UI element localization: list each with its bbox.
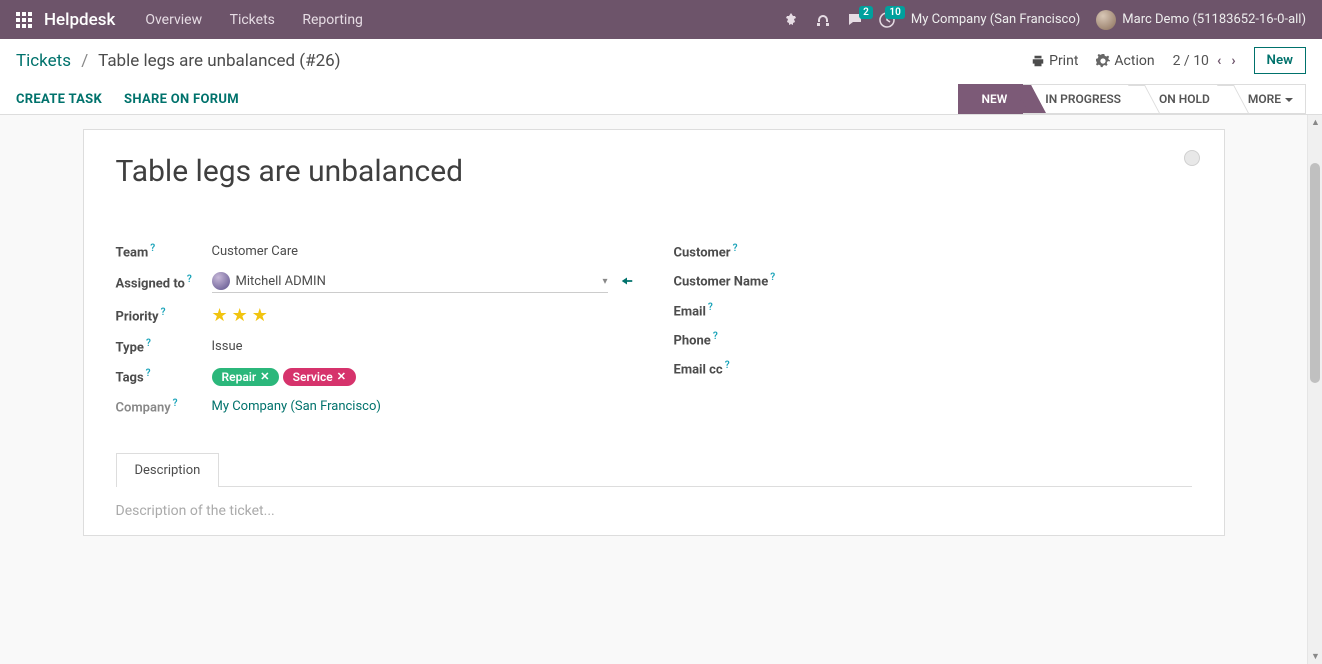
label-email: Email? [674, 302, 770, 319]
messages-icon[interactable]: 2 [847, 12, 863, 28]
tag-repair[interactable]: Repair✕ [212, 368, 280, 386]
new-button[interactable]: New [1254, 47, 1306, 74]
tabs: Description [116, 453, 1192, 487]
user-menu[interactable]: Marc Demo (51183652-16-0-all) [1096, 10, 1306, 30]
remove-tag-icon[interactable]: ✕ [337, 370, 346, 383]
label-company: Company? [116, 398, 212, 415]
help-icon[interactable]: ? [173, 398, 178, 409]
username-label: Marc Demo (51183652-16-0-all) [1122, 12, 1306, 27]
status-new[interactable]: NEW [958, 84, 1023, 114]
messages-badge: 2 [859, 6, 873, 19]
pager-next[interactable]: › [1231, 53, 1235, 69]
star-icon[interactable]: ★ [252, 305, 268, 326]
kanban-state-icon[interactable] [1184, 150, 1200, 166]
external-link-icon[interactable] [620, 274, 634, 292]
assigned-to-input[interactable]: Mitchell ADMIN ▾ [212, 272, 608, 293]
help-icon[interactable]: ? [708, 302, 713, 313]
priority-stars[interactable]: ★ ★ ★ [212, 305, 634, 326]
label-priority: Priority? [116, 307, 212, 324]
create-task-button[interactable]: CREATE TASK [16, 92, 102, 107]
help-icon[interactable]: ? [146, 368, 151, 379]
tab-description[interactable]: Description [116, 453, 220, 487]
value-company[interactable]: My Company (San Francisco) [212, 399, 634, 414]
user-avatar-icon [1096, 10, 1116, 30]
company-selector[interactable]: My Company (San Francisco) [911, 12, 1080, 27]
status-bar: NEW IN PROGRESS ON HOLD MORE [958, 84, 1306, 114]
label-customer-name: Customer Name? [674, 272, 804, 289]
app-brand[interactable]: Helpdesk [44, 10, 115, 30]
activities-badge: 10 [885, 6, 904, 19]
gear-icon [1096, 54, 1110, 68]
help-icon[interactable]: ? [713, 331, 718, 342]
share-forum-button[interactable]: SHARE ON FORUM [124, 92, 239, 107]
label-customer: Customer? [674, 243, 770, 260]
form-sheet: Table legs are unbalanced Team? Customer… [83, 129, 1225, 536]
label-phone: Phone? [674, 331, 770, 348]
help-icon[interactable]: ? [733, 243, 738, 254]
menu-overview[interactable]: Overview [145, 12, 202, 28]
scrollbar-thumb[interactable] [1310, 163, 1320, 383]
value-type[interactable]: Issue [212, 339, 634, 354]
chevron-down-icon [1285, 98, 1293, 102]
pager-prev[interactable]: ‹ [1217, 53, 1221, 69]
action-button[interactable]: Action [1096, 53, 1154, 69]
breadcrumb-root[interactable]: Tickets [16, 51, 71, 71]
breadcrumb: Tickets / Table legs are unbalanced (#26… [16, 51, 341, 71]
vertical-scrollbar[interactable]: ▲ ▼ [1307, 115, 1322, 664]
scroll-up-icon[interactable]: ▲ [1311, 117, 1320, 128]
tag-service[interactable]: Service✕ [283, 368, 356, 386]
navbar-menu: Overview Tickets Reporting [133, 12, 375, 28]
breadcrumb-current: Table legs are unbalanced (#26) [98, 51, 340, 71]
menu-reporting[interactable]: Reporting [302, 12, 363, 28]
label-assigned-to: Assigned to? [116, 274, 212, 291]
help-icon[interactable]: ? [725, 360, 730, 371]
remove-tag-icon[interactable]: ✕ [260, 370, 269, 383]
help-icon[interactable]: ? [161, 307, 166, 318]
control-panel: Tickets / Table legs are unbalanced (#26… [0, 39, 1322, 115]
label-type: Type? [116, 338, 212, 355]
activities-icon[interactable]: 10 [879, 12, 895, 28]
help-icon[interactable]: ? [146, 338, 151, 349]
menu-tickets[interactable]: Tickets [230, 12, 275, 28]
star-icon[interactable]: ★ [232, 305, 248, 326]
help-icon[interactable]: ? [187, 274, 192, 285]
description-field[interactable]: Description of the ticket... [116, 487, 1192, 535]
scroll-down-icon[interactable]: ▼ [1311, 651, 1320, 662]
assignee-avatar-icon [212, 272, 230, 290]
print-button[interactable]: Print [1031, 53, 1078, 69]
help-icon[interactable]: ? [150, 243, 155, 254]
top-navbar: Helpdesk Overview Tickets Reporting 2 10… [0, 0, 1322, 39]
tags-field[interactable]: Repair✕ Service✕ [212, 368, 634, 386]
label-team: Team? [116, 243, 212, 260]
label-email-cc: Email cc? [674, 360, 770, 377]
dropdown-icon[interactable]: ▾ [602, 276, 607, 287]
debug-icon[interactable] [783, 12, 799, 28]
print-icon [1031, 54, 1045, 68]
apps-menu-icon[interactable] [16, 12, 32, 28]
pager: 2 / 10 ‹ › [1173, 53, 1236, 69]
value-team[interactable]: Customer Care [212, 244, 634, 259]
support-icon[interactable] [815, 12, 831, 28]
help-icon[interactable]: ? [770, 272, 775, 283]
star-icon[interactable]: ★ [212, 305, 228, 326]
label-tags: Tags? [116, 368, 212, 385]
ticket-title[interactable]: Table legs are unbalanced [116, 154, 1192, 189]
